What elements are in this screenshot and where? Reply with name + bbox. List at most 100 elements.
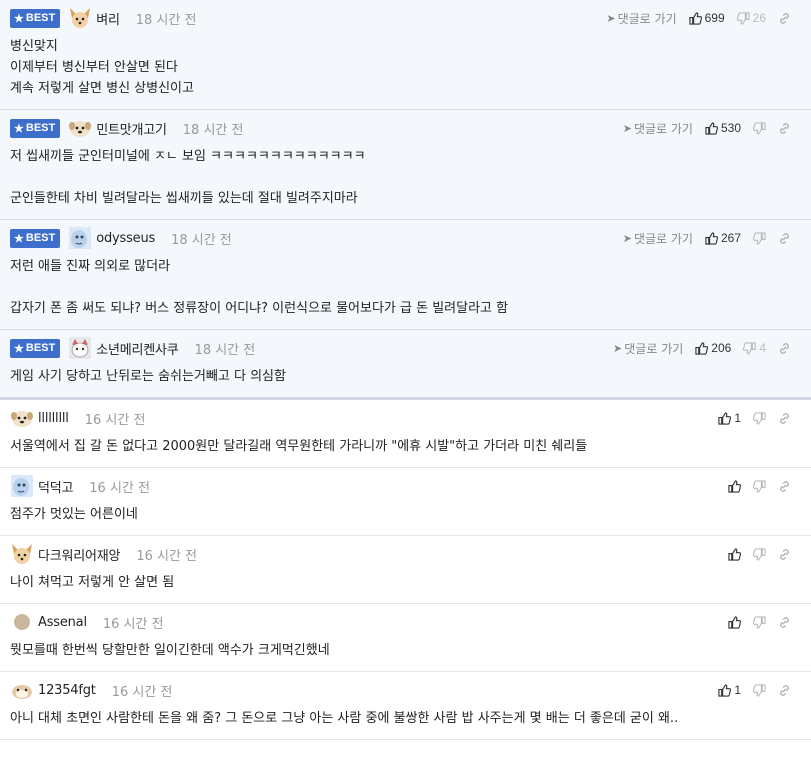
upvote-button[interactable] (728, 615, 741, 629)
avatar[interactable] (68, 116, 92, 140)
dog-icon (68, 116, 92, 140)
avatar[interactable] (10, 678, 34, 702)
avatar[interactable] (10, 474, 34, 498)
copy-link-button[interactable] (778, 232, 791, 245)
best-label: BEST (25, 122, 56, 134)
thumbs-down-icon (736, 11, 750, 25)
downvote-button[interactable] (753, 411, 766, 425)
fox-icon (10, 542, 34, 566)
timestamp: 16 시간 전 (89, 480, 150, 496)
downvote-button[interactable]: 4 (743, 341, 766, 355)
best-badge: ★ BEST (10, 338, 61, 358)
downvote-button[interactable]: 26 (736, 11, 766, 25)
nickname[interactable]: lllllllll (38, 411, 69, 426)
comment-line: 아니 대체 초면인 사람한테 돈을 왜 줌? 그 돈으로 그냥 아는 사람 중에… (10, 711, 679, 726)
nickname[interactable]: 12354fgt (38, 683, 96, 698)
downvote-button[interactable] (753, 121, 766, 135)
downvote-button[interactable] (753, 479, 766, 493)
comment-line: 군인들한테 차비 빌려달라는 씹새끼들 있는데 절대 빌려주지마라 (10, 191, 358, 206)
best-label: BEST (25, 12, 56, 24)
upvote-button[interactable]: 267 (705, 231, 741, 245)
thumbs-down-icon (753, 547, 766, 561)
avatar[interactable] (68, 6, 92, 30)
send-icon: ➤ (622, 121, 632, 135)
comment: Assenal 16 시간 전뭣모를때 한번씩 당할만한 일이긴한데 액수가 크게… (0, 604, 811, 672)
timestamp: 18 시간 전 (194, 342, 256, 358)
thumbs-down-icon (753, 683, 766, 697)
nickname[interactable]: 벼리 (96, 9, 120, 28)
upvote-button[interactable]: 699 (688, 11, 725, 25)
best-comment: ★ BEST 소년메리켄사쿠 18 시간 전 ➤ 댓글로 가기 206 4 게임 사기 당하고 … (0, 330, 811, 400)
comment-actions: ➤ 댓글로 가기 699 26 (606, 0, 791, 36)
upvote-button[interactable]: 1 (718, 683, 741, 697)
timestamp: 16 시간 전 (111, 684, 173, 700)
comment-line: 서울역에서 집 갈 돈 없다고 2000원만 달라길래 역무원한테 가라니까 "… (10, 439, 588, 454)
thumbs-up-icon (728, 479, 741, 493)
upvote-button[interactable]: 206 (695, 341, 731, 355)
link-icon (778, 12, 791, 25)
thumbs-up-icon (705, 121, 718, 135)
comment-body: 나이 쳐먹고 저렇게 안 살면 됨 (10, 572, 801, 603)
upvote-button[interactable]: 1 (718, 411, 741, 425)
copy-link-button[interactable] (778, 342, 791, 355)
comment-line: 저 씹새끼들 군인터미널에 ㅈㄴ 보임 ㅋㅋㅋㅋㅋㅋㅋㅋㅋㅋㅋㅋㅋ (10, 149, 366, 164)
nickname[interactable]: 덕덕고 (38, 477, 73, 496)
downvote-button[interactable] (753, 231, 766, 245)
avatar[interactable] (68, 336, 92, 360)
timestamp: 16 시간 전 (136, 548, 198, 564)
comment-header: Assenal 16 시간 전 (10, 604, 801, 640)
go-to-reply-link[interactable]: ➤ 댓글로 가기 (623, 120, 693, 137)
go-to-reply-link[interactable]: ➤ 댓글로 가기 (623, 230, 693, 247)
copy-link-button[interactable] (778, 480, 791, 493)
comment-line (10, 167, 801, 188)
reply-label: 댓글로 가기 (617, 11, 677, 26)
nickname[interactable]: odysseus (96, 231, 155, 246)
link-icon (778, 232, 791, 245)
reply-label: 댓글로 가기 (624, 341, 684, 356)
downvote-button[interactable] (753, 547, 766, 561)
avatar[interactable] (10, 542, 34, 566)
go-to-reply-link[interactable]: ➤ 댓글로 가기 (613, 340, 683, 357)
copy-link-button[interactable] (778, 684, 791, 697)
copy-link-button[interactable] (778, 548, 791, 561)
best-label: BEST (25, 342, 56, 354)
comment-meta: Assenal 16 시간 전 (10, 604, 164, 640)
copy-link-button[interactable] (778, 12, 791, 25)
upvote-count: 1 (734, 683, 741, 697)
comment-meta: 다크워리어재앙 16 시간 전 (10, 536, 197, 572)
comment-meta: ★ BEST 민트맛개고기 18 시간 전 (10, 110, 243, 146)
comment-line: 나이 쳐먹고 저렇게 안 살면 됨 (10, 575, 175, 590)
comment-meta: ★ BEST 소년메리켄사쿠 18 시간 전 (10, 330, 255, 366)
nickname[interactable]: 다크워리어재앙 (38, 545, 121, 564)
comment-list: ★ BEST 벼리 18 시간 전 ➤ 댓글로 가기 699 26 병신맞지 이제부터 병신부터 … (0, 0, 811, 740)
upvote-count: 1 (734, 411, 741, 425)
comment-line: 뭣모를때 한번씩 당할만한 일이긴한데 액수가 크게먹긴했네 (10, 643, 330, 658)
copy-link-button[interactable] (778, 412, 791, 425)
comment-actions: ➤ 댓글로 가기 530 (623, 110, 791, 146)
nickname[interactable]: 민트맛개고기 (96, 119, 167, 138)
dog-icon (10, 406, 34, 430)
best-comment: ★ BEST 벼리 18 시간 전 ➤ 댓글로 가기 699 26 병신맞지 이제부터 병신부터 … (0, 0, 811, 110)
avatar[interactable] (10, 406, 34, 430)
upvote-button[interactable]: 530 (705, 121, 741, 135)
downvote-button[interactable] (753, 615, 766, 629)
nickname[interactable]: Assenal (38, 615, 87, 630)
comment-line: 이제부터 병신부터 안살면 된다 (10, 60, 178, 75)
downvote-button[interactable] (753, 683, 766, 697)
copy-link-button[interactable] (778, 616, 791, 629)
cat-icon (68, 336, 92, 360)
upvote-button[interactable] (728, 547, 741, 561)
comment-header: ★ BEST odysseus 18 시간 전 ➤ 댓글로 가기 267 (10, 220, 801, 256)
go-to-reply-link[interactable]: ➤ 댓글로 가기 (606, 10, 676, 27)
best-badge: ★ BEST (10, 228, 61, 248)
nickname[interactable]: 소년메리켄사쿠 (96, 339, 179, 358)
avatar[interactable] (10, 610, 34, 634)
comment-header: 다크워리어재앙 16 시간 전 (10, 536, 801, 572)
comment-line: 계속 저렇게 살면 병신 상병신이고 (10, 81, 194, 96)
blue-creature-icon (10, 474, 34, 498)
copy-link-button[interactable] (778, 122, 791, 135)
avatar[interactable] (68, 226, 92, 250)
comment-body: 병신맞지 이제부터 병신부터 안살면 된다 계속 저렇게 살면 병신 상병신이고 (10, 36, 801, 109)
fox-icon (68, 6, 92, 30)
upvote-button[interactable] (728, 479, 741, 493)
